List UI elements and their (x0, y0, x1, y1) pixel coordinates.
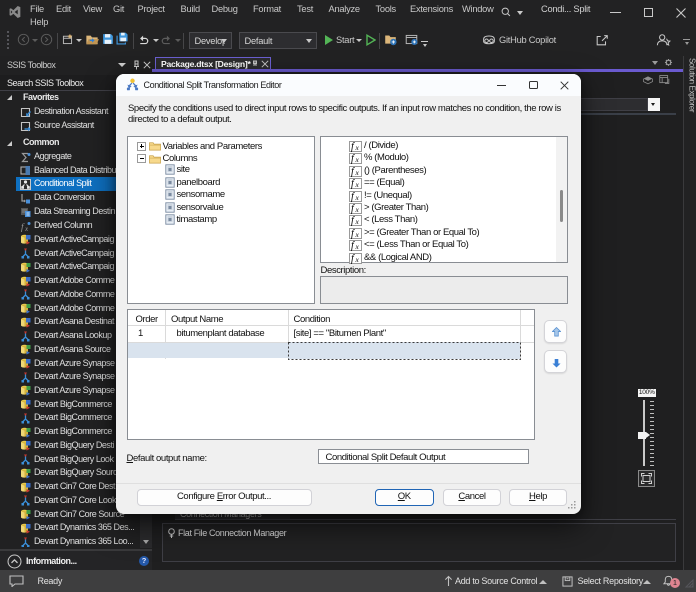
svg-text:x: x (24, 225, 29, 232)
